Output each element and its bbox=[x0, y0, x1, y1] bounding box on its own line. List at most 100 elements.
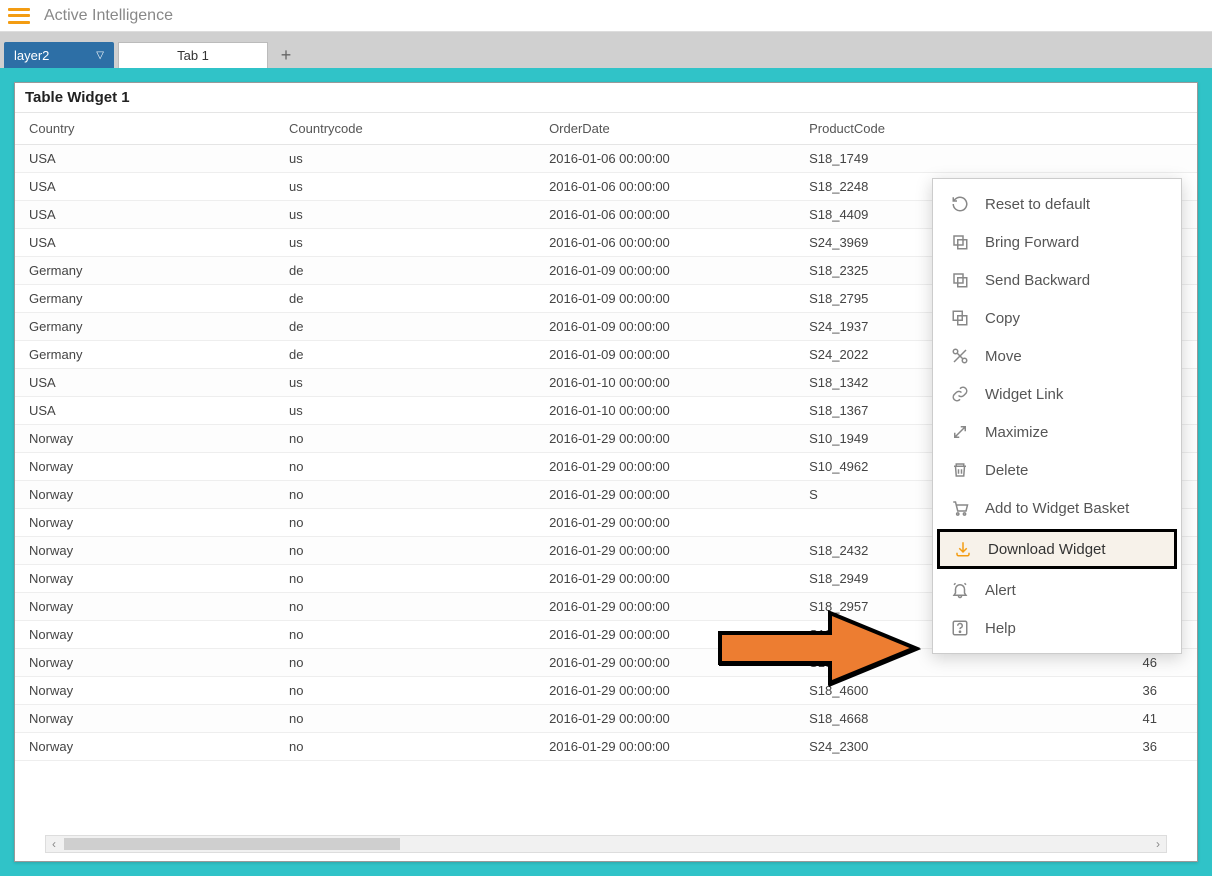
menu-item-label: Delete bbox=[985, 462, 1028, 479]
cell-country: Germany bbox=[15, 313, 275, 341]
delete-icon bbox=[949, 461, 971, 479]
cell-country: Germany bbox=[15, 341, 275, 369]
horizontal-scrollbar[interactable]: ‹ › bbox=[45, 835, 1167, 853]
cell-code: us bbox=[275, 145, 535, 173]
menu-item-label: Download Widget bbox=[988, 541, 1106, 558]
col-productcode[interactable]: ProductCode bbox=[795, 113, 1055, 145]
cell-code: no bbox=[275, 705, 535, 733]
forward-icon bbox=[949, 233, 971, 251]
cell-date: 2016-01-06 00:00:00 bbox=[535, 229, 795, 257]
cell-code: no bbox=[275, 677, 535, 705]
menu-item-basket[interactable]: Add to Widget Basket bbox=[933, 489, 1181, 527]
cell-code: no bbox=[275, 565, 535, 593]
menu-item-download[interactable]: Download Widget bbox=[937, 529, 1177, 569]
cell-code: de bbox=[275, 341, 535, 369]
cell-date: 2016-01-06 00:00:00 bbox=[535, 201, 795, 229]
table-row[interactable]: Norwayno2016-01-29 00:00:00S24_230036 bbox=[15, 733, 1197, 761]
cell-qty: 36 bbox=[1055, 733, 1197, 761]
col-country[interactable]: Country bbox=[15, 113, 275, 145]
page-tab[interactable]: Tab 1 bbox=[118, 42, 268, 68]
help-icon bbox=[949, 619, 971, 637]
cell-qty bbox=[1055, 145, 1197, 173]
scroll-right-icon[interactable]: › bbox=[1150, 837, 1166, 851]
cell-date: 2016-01-10 00:00:00 bbox=[535, 369, 795, 397]
cell-date: 2016-01-29 00:00:00 bbox=[535, 649, 795, 677]
cell-code: us bbox=[275, 229, 535, 257]
cell-code: no bbox=[275, 621, 535, 649]
cell-date: 2016-01-06 00:00:00 bbox=[535, 145, 795, 173]
cell-date: 2016-01-29 00:00:00 bbox=[535, 537, 795, 565]
menu-toggle-icon[interactable] bbox=[8, 8, 30, 24]
layer-tab[interactable]: layer2 ▽ bbox=[4, 42, 114, 68]
menu-item-backward[interactable]: Send Backward bbox=[933, 261, 1181, 299]
col-orderdate[interactable]: OrderDate bbox=[535, 113, 795, 145]
link-icon bbox=[949, 385, 971, 403]
cell-date: 2016-01-09 00:00:00 bbox=[535, 313, 795, 341]
scroll-thumb[interactable] bbox=[64, 838, 400, 850]
cell-code: de bbox=[275, 257, 535, 285]
cell-country: Germany bbox=[15, 285, 275, 313]
menu-item-move[interactable]: Move bbox=[933, 337, 1181, 375]
cell-code: de bbox=[275, 313, 535, 341]
cell-country: Norway bbox=[15, 565, 275, 593]
cell-country: Norway bbox=[15, 677, 275, 705]
cell-date: 2016-01-29 00:00:00 bbox=[535, 481, 795, 509]
menu-item-label: Bring Forward bbox=[985, 234, 1079, 251]
widget-context-menu: Reset to default Bring Forward Send Backwa… bbox=[932, 178, 1182, 654]
download-icon bbox=[952, 540, 974, 558]
page-tab-label: Tab 1 bbox=[177, 48, 209, 63]
menu-item-alert[interactable]: Alert bbox=[933, 571, 1181, 609]
menu-item-reset[interactable]: Reset to default bbox=[933, 185, 1181, 223]
add-tab-button[interactable]: + bbox=[272, 42, 300, 68]
menu-item-maximize[interactable]: Maximize bbox=[933, 413, 1181, 451]
cell-code: no bbox=[275, 649, 535, 677]
col-countrycode[interactable]: Countrycode bbox=[275, 113, 535, 145]
move-icon bbox=[949, 347, 971, 365]
cell-code: de bbox=[275, 285, 535, 313]
menu-item-delete[interactable]: Delete bbox=[933, 451, 1181, 489]
cell-country: Norway bbox=[15, 621, 275, 649]
cell-country: Germany bbox=[15, 257, 275, 285]
menu-item-copy[interactable]: Copy bbox=[933, 299, 1181, 337]
basket-icon bbox=[949, 499, 971, 517]
menu-item-link[interactable]: Widget Link bbox=[933, 375, 1181, 413]
cell-country: Norway bbox=[15, 593, 275, 621]
menu-item-label: Move bbox=[985, 348, 1022, 365]
table-row[interactable]: Norwayno2016-01-29 00:00:00S18_466841 bbox=[15, 705, 1197, 733]
backward-icon bbox=[949, 271, 971, 289]
cell-qty: 36 bbox=[1055, 677, 1197, 705]
cell-country: Norway bbox=[15, 733, 275, 761]
cell-code: us bbox=[275, 369, 535, 397]
reset-icon bbox=[949, 195, 971, 213]
cell-country: USA bbox=[15, 229, 275, 257]
cell-code: no bbox=[275, 593, 535, 621]
cell-code: no bbox=[275, 481, 535, 509]
menu-item-label: Reset to default bbox=[985, 196, 1090, 213]
layer-tab-label: layer2 bbox=[14, 48, 49, 63]
menu-item-label: Copy bbox=[985, 310, 1020, 327]
cell-date: 2016-01-29 00:00:00 bbox=[535, 621, 795, 649]
cell-date: 2016-01-29 00:00:00 bbox=[535, 565, 795, 593]
scroll-left-icon[interactable]: ‹ bbox=[46, 837, 62, 851]
cell-code: no bbox=[275, 453, 535, 481]
menu-item-forward[interactable]: Bring Forward bbox=[933, 223, 1181, 261]
menu-item-help[interactable]: Help bbox=[933, 609, 1181, 647]
app-title: Active Intelligence bbox=[44, 7, 173, 25]
cell-code: no bbox=[275, 425, 535, 453]
cell-product: S18_4668 bbox=[795, 705, 1055, 733]
maximize-icon bbox=[949, 423, 971, 441]
cell-country: Norway bbox=[15, 537, 275, 565]
col-quantity[interactable] bbox=[1055, 113, 1197, 145]
widget-title: Table Widget 1 bbox=[15, 83, 1197, 112]
cell-code: us bbox=[275, 173, 535, 201]
cell-country: Norway bbox=[15, 705, 275, 733]
cell-date: 2016-01-06 00:00:00 bbox=[535, 173, 795, 201]
cell-date: 2016-01-29 00:00:00 bbox=[535, 705, 795, 733]
cell-code: no bbox=[275, 733, 535, 761]
tab-bar: layer2 ▽ Tab 1 + bbox=[0, 32, 1212, 68]
table-row[interactable]: Norwayno2016-01-29 00:00:00S18_460036 bbox=[15, 677, 1197, 705]
cell-date: 2016-01-10 00:00:00 bbox=[535, 397, 795, 425]
cell-code: us bbox=[275, 201, 535, 229]
table-row[interactable]: USAus2016-01-06 00:00:00S18_1749 bbox=[15, 145, 1197, 173]
cell-date: 2016-01-29 00:00:00 bbox=[535, 453, 795, 481]
